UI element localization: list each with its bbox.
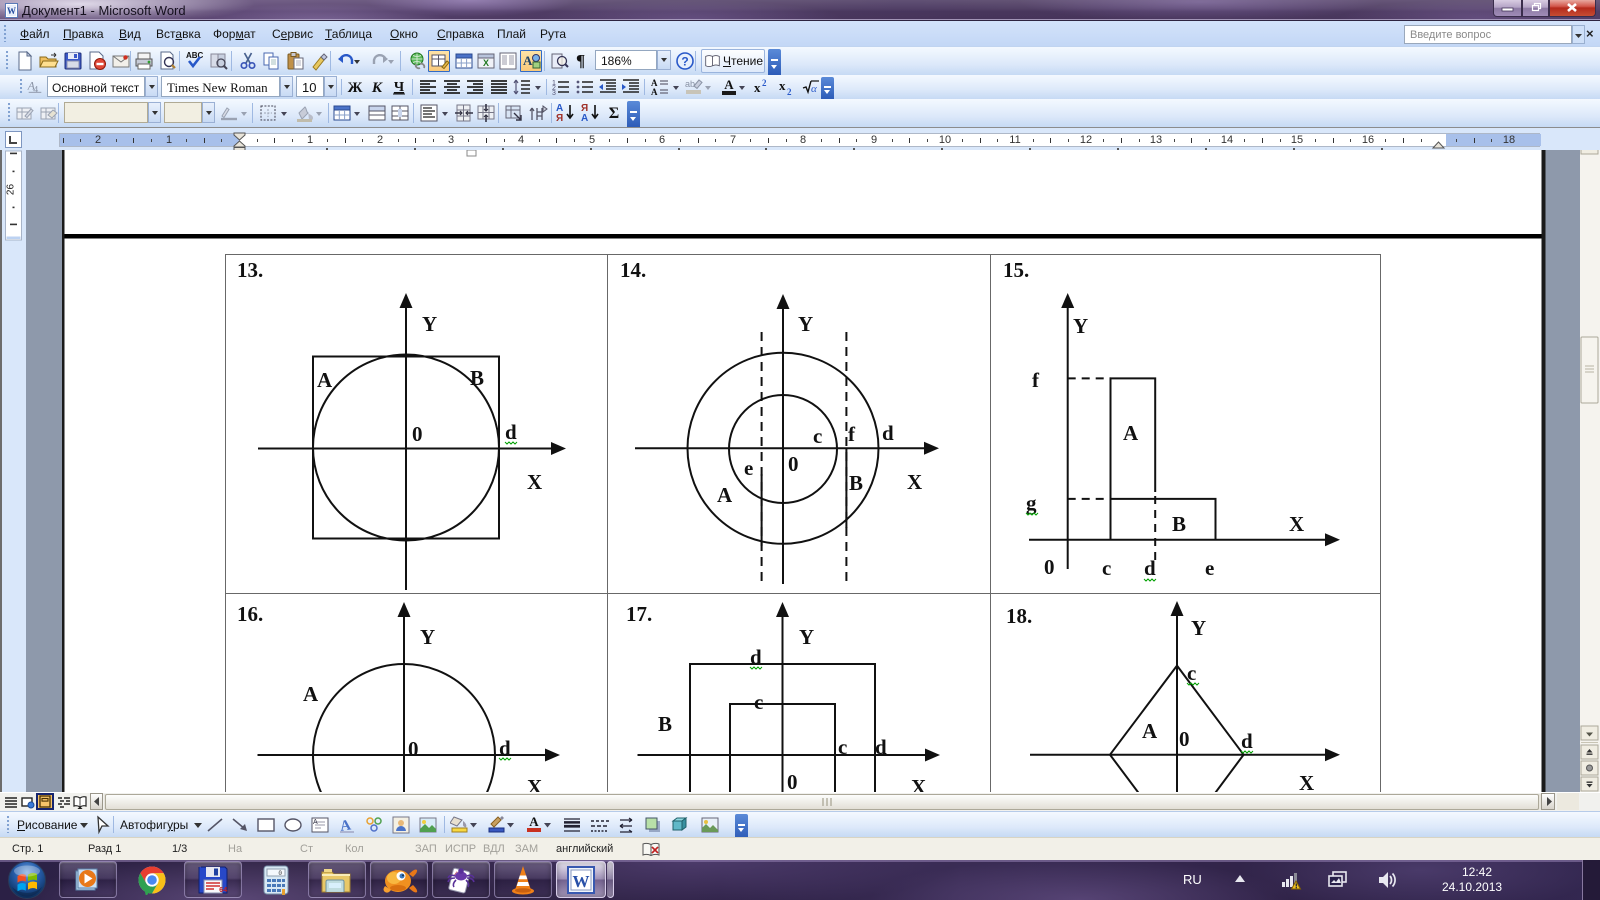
svg-text:¶: ¶	[576, 51, 585, 70]
svg-text:ABC: ABC	[186, 51, 204, 60]
svg-text:17.: 17.	[626, 602, 652, 626]
svg-text:0: 0	[412, 422, 423, 446]
svg-text:16.: 16.	[237, 602, 263, 626]
svg-text:А: А	[529, 814, 539, 829]
svg-text:14.: 14.	[620, 258, 646, 282]
svg-text:0: 0	[1179, 727, 1190, 751]
svg-text:Y: Y	[1191, 616, 1206, 640]
svg-text:?: ?	[681, 55, 688, 69]
svg-text:W: W	[7, 6, 16, 16]
svg-text:W: W	[573, 872, 590, 891]
svg-text:x: x	[754, 80, 761, 95]
svg-text:d: d	[875, 735, 887, 759]
svg-text:Ж: Ж	[348, 80, 363, 96]
svg-text:0: 0	[278, 870, 282, 877]
svg-text:e: e	[744, 456, 753, 480]
svg-text:A: A	[313, 819, 318, 826]
svg-text:3: 3	[552, 90, 556, 97]
svg-text:15.: 15.	[1003, 258, 1029, 282]
svg-text:К: К	[371, 80, 383, 96]
svg-text:Y: Y	[1073, 314, 1088, 338]
svg-text:d: d	[750, 645, 762, 669]
svg-text:X: X	[1289, 512, 1304, 536]
svg-text:d: d	[505, 420, 517, 444]
svg-text:0: 0	[788, 452, 799, 476]
svg-text:А: А	[581, 113, 588, 122]
svg-text:α: α	[811, 83, 817, 95]
svg-text:26: 26	[6, 184, 17, 196]
svg-text:0: 0	[408, 737, 419, 761]
svg-text:d: d	[499, 736, 511, 760]
svg-text:Ч: Ч	[394, 80, 405, 95]
svg-text:0: 0	[787, 770, 798, 792]
svg-text:X: X	[907, 470, 922, 494]
svg-text:A: A	[523, 53, 533, 68]
svg-text:d: d	[882, 421, 894, 445]
svg-text:c: c	[1187, 661, 1196, 685]
svg-text:A: A	[1142, 719, 1158, 743]
svg-text:2: 2	[787, 87, 792, 97]
svg-text:A: A	[303, 682, 319, 706]
svg-text:ab: ab	[685, 79, 695, 89]
svg-text:A: A	[317, 368, 333, 392]
svg-text:c: c	[838, 735, 847, 759]
svg-text:Я: Я	[556, 113, 563, 122]
svg-text:64: 64	[219, 887, 227, 895]
svg-text:B: B	[470, 366, 484, 390]
svg-text:A: A	[1123, 421, 1139, 445]
svg-text:c: c	[813, 424, 822, 448]
svg-text:А: А	[724, 77, 734, 92]
svg-text:g: g	[1026, 491, 1037, 515]
svg-text:B: B	[658, 712, 672, 736]
svg-text:A: A	[717, 483, 733, 507]
svg-text:B: B	[849, 471, 863, 495]
svg-text:18.: 18.	[1006, 604, 1032, 628]
svg-text:f: f	[1032, 368, 1040, 392]
svg-text:x: x	[779, 78, 786, 93]
svg-text:d: d	[1241, 729, 1253, 753]
svg-text:2: 2	[762, 78, 767, 88]
svg-text:Σ: Σ	[609, 105, 619, 122]
svg-text:A: A	[651, 87, 658, 97]
svg-text:B: B	[1172, 512, 1186, 536]
svg-text:c: c	[1102, 556, 1111, 580]
svg-text:Y: Y	[420, 625, 435, 649]
svg-text:Y: Y	[798, 312, 813, 336]
svg-text:4: 4	[33, 84, 38, 95]
svg-text:f: f	[848, 422, 856, 446]
svg-text:d: d	[1144, 556, 1156, 580]
svg-text:13.: 13.	[237, 258, 263, 282]
svg-text:e: e	[1205, 556, 1214, 580]
svg-text:0: 0	[1044, 555, 1055, 579]
svg-text:Y: Y	[799, 625, 814, 649]
svg-text:c: c	[754, 690, 763, 714]
svg-text:X: X	[911, 775, 926, 792]
svg-text:Y: Y	[422, 312, 437, 336]
svg-text:X: X	[483, 58, 489, 68]
svg-text:X: X	[527, 470, 542, 494]
svg-text:X: X	[1299, 771, 1314, 792]
svg-text:X: X	[527, 775, 542, 792]
